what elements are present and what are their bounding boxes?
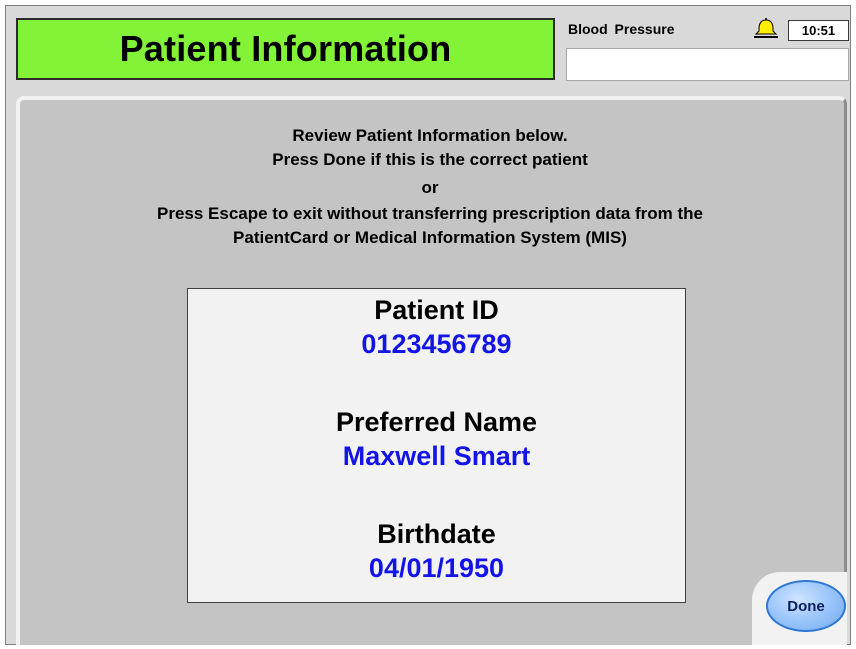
done-button[interactable]: Done [766, 580, 846, 632]
instruction-line-2: Press Done if this is the correct patien… [272, 150, 588, 169]
page-title: Patient Information [119, 28, 452, 69]
patient-id-group: Patient ID 0123456789 [188, 293, 685, 361]
birthdate-label: Birthdate [377, 519, 496, 549]
patient-id-value: 0123456789 [361, 329, 512, 359]
patient-id-label: Patient ID [374, 295, 499, 325]
instruction-line-4: Press Escape to exit without transferrin… [156, 204, 703, 223]
parameter-value-field [566, 48, 849, 81]
instructions-text: Review Patient Information below. Press … [60, 124, 800, 250]
bell-icon[interactable] [753, 17, 779, 39]
instruction-line-1: Review Patient Information below. [292, 126, 568, 145]
clock-display: 10:51 [788, 20, 849, 41]
preferred-name-label: Preferred Name [335, 407, 538, 437]
birthdate-value: 04/01/1950 [368, 553, 505, 583]
instruction-line-3: or [421, 178, 439, 197]
birthdate-group: Birthdate 04/01/1950 [188, 517, 685, 585]
preferred-name-value: Maxwell Smart [342, 441, 531, 471]
patient-info-card: Patient ID 0123456789 Preferred Name Max… [187, 288, 686, 603]
parameter-label: Blood Pressure [568, 21, 675, 37]
title-banner: Patient Information [16, 18, 555, 80]
preferred-name-group: Preferred Name Maxwell Smart [188, 405, 685, 473]
instruction-line-5: PatientCard or Medical Information Syste… [233, 228, 627, 247]
